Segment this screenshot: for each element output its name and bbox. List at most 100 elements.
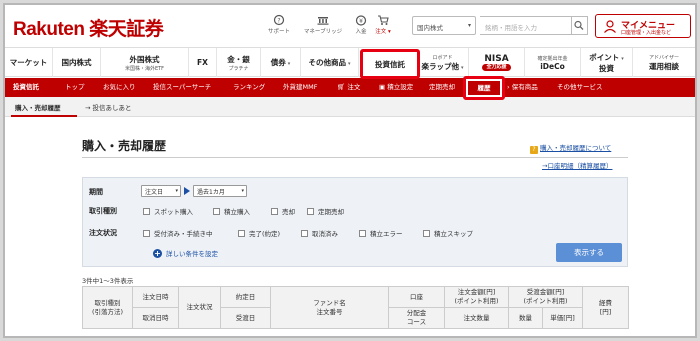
nav-advisor-sub: アドバイザー [648,54,679,61]
subnav-fund-search[interactable]: 投信スーパーサーチ [153,78,211,97]
chevron-down-icon: ▾ [241,188,244,194]
subnav-accumulation-label: 積立設定 [387,83,414,91]
nav-points-label: ポイント [589,52,620,62]
range-select[interactable]: 過去1カ月 ▾ [193,185,247,197]
main-nav: マーケット 国内株式 外国株式 米国株・海外ETF FX 金・銀 プラチナ 債券… [5,47,695,77]
col-settle-date[interactable]: 受渡日 [220,307,271,329]
nav-domestic-stock-label: 国内株式 [61,58,92,67]
col-settle-amount-pt-label: (ポイント利用) [523,297,568,305]
nav-other-products[interactable]: その他商品 ▾ [301,48,359,77]
nav-market[interactable]: マーケット [5,48,53,77]
checkbox-spot-purchase[interactable]: スポット購入 [143,206,193,216]
nav-raku-wrap[interactable]: ロボアド 楽ラップ他 ▾ [417,48,469,77]
checkbox-sale[interactable]: 売却 [271,206,295,216]
detailed-conditions-link[interactable]: + 詳しい条件を設定 [153,248,218,258]
nav-points-sub: 投資 [599,63,614,73]
date-type-select[interactable]: 注文日 ▾ [141,185,181,197]
chevron-down-icon: ▾ [621,55,624,62]
subnav-foreign-mmf[interactable]: 外貨建MMF [283,78,317,97]
checkbox-periodic-sale[interactable]: 定期売却 [307,206,344,216]
detailed-conditions-label: 詳しい条件を設定 [166,250,218,258]
nav-nisa[interactable]: NISA 全力応援 [469,48,525,77]
subnav-periodic-sale[interactable]: 定期売却 [429,78,455,97]
col-unit-price[interactable]: 単価[円] [541,307,584,329]
checkbox-accumulation-error[interactable]: 積立エラー [359,228,403,238]
plus-icon: + [153,248,162,258]
nav-ideco[interactable]: 確定拠出年金 iDeCo [525,48,581,77]
browser-frame: Rakuten 楽天証券 ? サポート マネーブリッジ ¥ 入金 注文 ▾ 国内… [3,3,697,338]
col-order-qty[interactable]: 注文数量 [444,307,509,329]
my-menu-button[interactable]: マイメニュー 口座管理・入出金など [595,14,691,38]
col-order-status[interactable]: 注文状況 [178,286,221,329]
checkbox-accumulation-skip-label: 積立スキップ [434,230,473,238]
account-statement-link[interactable]: →口座明細（精算履歴） [542,160,612,170]
active-tab-indicator [11,115,77,117]
subnav-other-services[interactable]: その他サービス [557,78,603,97]
divider [82,157,628,158]
checkbox-cancelled[interactable]: 取消済み [301,228,338,238]
col-dist-course2-label: コース [406,318,427,326]
order-link[interactable]: 注文 ▾ [366,14,400,35]
col-fee-label: 経費 [599,298,613,307]
col-dist-course[interactable]: 分配金 コース [388,307,445,329]
checkbox-in-progress-label: 受付済み・手続き中 [154,230,213,238]
support-icon: ? [273,14,285,26]
period-label: 期間 [89,188,103,196]
col-cancel-date[interactable]: 取消日時 [132,307,179,329]
subnav-favorites[interactable]: お気に入り [103,78,136,97]
col-qty[interactable]: 数量 [508,307,543,329]
chevron-down-icon: ▾ [467,22,471,29]
chevron-down-icon: ▾ [287,61,291,67]
nav-bonds-label: 債券 [270,58,286,67]
subnav-ranking[interactable]: ランキング [233,78,265,97]
search-button[interactable] [572,16,588,35]
col-order-amount[interactable]: 注文金額[円] (ポイント利用) [444,286,509,308]
subnav-section-title[interactable]: 投資信託 [13,78,39,97]
nav-advisor[interactable]: アドバイザー 運用相談 [633,48,695,77]
rakuten-logo[interactable]: Rakuten 楽天証券 [13,14,164,41]
col-fund-name[interactable]: ファンド名 注文番号 [270,286,389,329]
subnav-holdings[interactable]: › 保有商品 [507,78,538,97]
nisa-badge: 全力応援 [482,64,511,71]
chevron-down-icon: ▾ [347,61,351,67]
help-link[interactable]: ? 購入・売却履歴について [530,142,611,154]
my-menu-subtitle: 口座管理・入出金など [621,30,672,36]
checkbox-completed[interactable]: 完了(約定) [238,228,280,238]
nav-foreign-stock[interactable]: 外国株式 米国株・海外ETF [101,48,189,77]
nav-domestic-stock[interactable]: 国内株式 [53,48,101,77]
subnav-order[interactable]: 🛒︎ 注文 [337,78,360,97]
checkbox-cancelled-label: 取消済み [312,230,338,238]
nav-fx[interactable]: FX [189,48,217,77]
subnav-accumulation[interactable]: ▣ 積立設定 [379,78,413,97]
nav-bonds[interactable]: 債券 ▾ [261,48,301,77]
support-link[interactable]: ? サポート [257,14,301,35]
tab-purchase-sale-history[interactable]: 購入・売却履歴 [15,102,61,112]
col-fee[interactable]: 経費 [円] [582,286,630,329]
checkbox-box [213,207,220,215]
checkbox-periodic-sale-label: 定期売却 [318,208,344,216]
checkbox-accumulation-skip[interactable]: 積立スキップ [423,228,473,238]
col-order-date[interactable]: 注文日時 [132,286,179,308]
col-trade-date[interactable]: 約定日 [220,286,271,308]
nav-investment-trust[interactable]: 投資信託 [360,49,420,79]
checkbox-box [238,229,245,237]
tab-fund-footprint[interactable]: → 投信あしあと [85,102,132,112]
col-trade-type[interactable]: 取引種別 (引落方法) [82,286,133,329]
checkbox-accumulation-purchase[interactable]: 積立購入 [213,206,250,216]
subnav-history[interactable]: 履歴 [463,76,505,100]
nav-points[interactable]: ポイント ▾ 投資 [581,48,633,77]
col-order-amount-label: 注文金額[円] [457,288,496,296]
nav-nisa-label: NISA [484,54,509,64]
search-input[interactable]: 銘柄・用語を入力 [480,16,572,35]
display-button[interactable]: 表示する [556,243,622,262]
market-select[interactable]: 国内株式 ▾ [412,16,476,35]
checkbox-box [359,229,366,237]
col-account[interactable]: 口座 [388,286,445,308]
col-dist-course-label: 分配金 [406,309,427,317]
subnav-top[interactable]: トップ [65,78,85,97]
nav-gold[interactable]: 金・銀 プラチナ [217,48,261,77]
money-bridge-icon [317,17,329,25]
col-settle-amount[interactable]: 受渡金額[円] (ポイント利用) [507,286,584,308]
subnav-order-label: 注文 [347,83,361,91]
checkbox-in-progress[interactable]: 受付済み・手続き中 [143,228,213,238]
